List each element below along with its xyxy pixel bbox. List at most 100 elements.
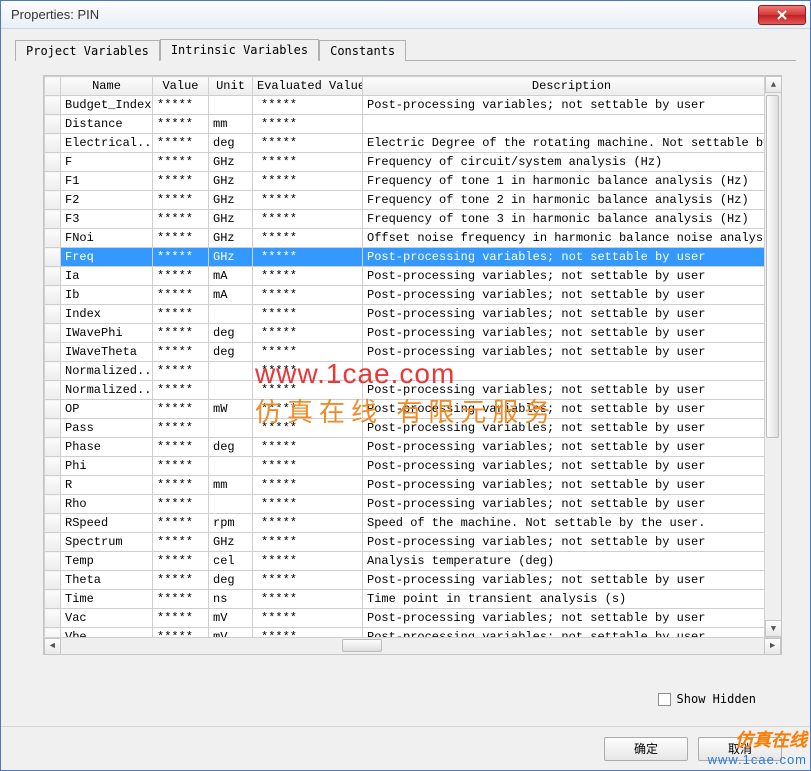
row-header-cell[interactable] <box>45 609 61 628</box>
tab-intrinsic-variables[interactable]: Intrinsic Variables <box>160 39 319 61</box>
cell-name[interactable]: Pass <box>61 419 153 438</box>
cell-desc[interactable]: Post-processing variables; not settable … <box>363 533 781 552</box>
ok-button[interactable]: 确定 <box>604 737 688 761</box>
table-row[interactable]: Spectrum*****GHz*****Post-processing var… <box>45 533 781 552</box>
table-row[interactable]: Distance*****mm***** <box>45 115 781 134</box>
cell-val[interactable]: ***** <box>153 590 209 609</box>
cell-eval[interactable]: ***** <box>253 419 363 438</box>
row-header-cell[interactable] <box>45 172 61 191</box>
cell-desc[interactable]: Post-processing variables; not settable … <box>363 96 781 115</box>
cell-desc[interactable]: Frequency of tone 1 in harmonic balance … <box>363 172 781 191</box>
col-value[interactable]: Value <box>153 77 209 96</box>
cell-desc[interactable]: Post-processing variables; not settable … <box>363 609 781 628</box>
cell-unit[interactable]: mm <box>209 476 253 495</box>
cell-name[interactable]: Distance <box>61 115 153 134</box>
cell-name[interactable]: Budget_Index <box>61 96 153 115</box>
title-bar[interactable]: Properties: PIN <box>1 1 810 29</box>
cell-unit[interactable]: mV <box>209 609 253 628</box>
row-header-cell[interactable] <box>45 96 61 115</box>
cell-val[interactable]: ***** <box>153 400 209 419</box>
cell-name[interactable]: F1 <box>61 172 153 191</box>
row-header-cell[interactable] <box>45 419 61 438</box>
cell-unit[interactable]: GHz <box>209 153 253 172</box>
cell-name[interactable]: F <box>61 153 153 172</box>
hscroll-track[interactable] <box>61 638 764 655</box>
table-row[interactable]: RSpeed*****rpm*****Speed of the machine.… <box>45 514 781 533</box>
show-hidden-option[interactable]: Show Hidden <box>658 692 756 706</box>
cell-desc[interactable]: Analysis temperature (deg) <box>363 552 781 571</box>
cell-unit[interactable]: ns <box>209 590 253 609</box>
cell-unit[interactable]: cel <box>209 552 253 571</box>
cell-desc[interactable]: Post-processing variables; not settable … <box>363 343 781 362</box>
row-header-cell[interactable] <box>45 590 61 609</box>
cell-val[interactable]: ***** <box>153 419 209 438</box>
row-header-cell[interactable] <box>45 495 61 514</box>
table-row[interactable]: F3*****GHz*****Frequency of tone 3 in ha… <box>45 210 781 229</box>
cell-desc[interactable]: Frequency of tone 2 in harmonic balance … <box>363 191 781 210</box>
cell-unit[interactable]: mW <box>209 400 253 419</box>
row-header-cell[interactable] <box>45 514 61 533</box>
cell-unit[interactable]: rpm <box>209 514 253 533</box>
cell-eval[interactable]: ***** <box>253 96 363 115</box>
row-header-cell[interactable] <box>45 153 61 172</box>
cell-eval[interactable]: ***** <box>253 362 363 381</box>
cell-name[interactable]: IWaveTheta <box>61 343 153 362</box>
tab-constants[interactable]: Constants <box>319 40 406 61</box>
cell-desc[interactable]: Post-processing variables; not settable … <box>363 324 781 343</box>
cell-eval[interactable]: ***** <box>253 438 363 457</box>
cell-name[interactable]: Phi <box>61 457 153 476</box>
cell-val[interactable]: ***** <box>153 514 209 533</box>
cell-name[interactable]: Freq <box>61 248 153 267</box>
cell-name[interactable]: Spectrum <box>61 533 153 552</box>
cell-unit[interactable]: mA <box>209 286 253 305</box>
table-row[interactable]: Electrical...*****deg*****Electric Degre… <box>45 134 781 153</box>
table-row[interactable]: OP*****mW*****Post-processing variables;… <box>45 400 781 419</box>
cell-unit[interactable]: deg <box>209 438 253 457</box>
row-header-cell[interactable] <box>45 115 61 134</box>
cell-val[interactable]: ***** <box>153 362 209 381</box>
table-row[interactable]: Rho**********Post-processing variables; … <box>45 495 781 514</box>
cell-name[interactable]: Time <box>61 590 153 609</box>
col-unit[interactable]: Unit <box>209 77 253 96</box>
cell-desc[interactable]: Post-processing variables; not settable … <box>363 476 781 495</box>
row-header-cell[interactable] <box>45 229 61 248</box>
row-header-cell[interactable] <box>45 381 61 400</box>
cell-name[interactable]: Ib <box>61 286 153 305</box>
cell-desc[interactable]: Post-processing variables; not settable … <box>363 267 781 286</box>
cell-name[interactable]: Vac <box>61 609 153 628</box>
cell-desc[interactable] <box>363 362 781 381</box>
cell-unit[interactable]: GHz <box>209 172 253 191</box>
col-evaluated[interactable]: Evaluated Value <box>253 77 363 96</box>
scroll-up-icon[interactable]: ▲ <box>765 76 782 93</box>
cell-name[interactable]: Phase <box>61 438 153 457</box>
cell-eval[interactable]: ***** <box>253 400 363 419</box>
cell-name[interactable]: OP <box>61 400 153 419</box>
cell-desc[interactable]: Post-processing variables; not settable … <box>363 286 781 305</box>
row-header-cell[interactable] <box>45 533 61 552</box>
cell-val[interactable]: ***** <box>153 609 209 628</box>
cell-unit[interactable]: deg <box>209 343 253 362</box>
row-header-cell[interactable] <box>45 438 61 457</box>
cell-eval[interactable]: ***** <box>253 191 363 210</box>
table-row[interactable]: Ia*****mA*****Post-processing variables;… <box>45 267 781 286</box>
row-header-cell[interactable] <box>45 476 61 495</box>
cell-desc[interactable]: Post-processing variables; not settable … <box>363 495 781 514</box>
hscroll-thumb[interactable] <box>342 639 382 652</box>
row-header-cell[interactable] <box>45 267 61 286</box>
cell-name[interactable]: Rho <box>61 495 153 514</box>
table-row[interactable]: Budget_Index**********Post-processing va… <box>45 96 781 115</box>
tab-project-variables[interactable]: Project Variables <box>15 40 160 61</box>
cell-eval[interactable]: ***** <box>253 172 363 191</box>
cell-unit[interactable]: GHz <box>209 533 253 552</box>
cell-eval[interactable]: ***** <box>253 590 363 609</box>
table-row[interactable]: Ib*****mA*****Post-processing variables;… <box>45 286 781 305</box>
table-row[interactable]: IWaveTheta*****deg*****Post-processing v… <box>45 343 781 362</box>
vertical-scrollbar[interactable]: ▲ ▼ <box>764 76 781 637</box>
row-header-cell[interactable] <box>45 343 61 362</box>
col-rowheader[interactable] <box>45 77 61 96</box>
cell-eval[interactable]: ***** <box>253 495 363 514</box>
cell-val[interactable]: ***** <box>153 305 209 324</box>
cell-eval[interactable]: ***** <box>253 381 363 400</box>
cell-val[interactable]: ***** <box>153 438 209 457</box>
cell-eval[interactable]: ***** <box>253 210 363 229</box>
